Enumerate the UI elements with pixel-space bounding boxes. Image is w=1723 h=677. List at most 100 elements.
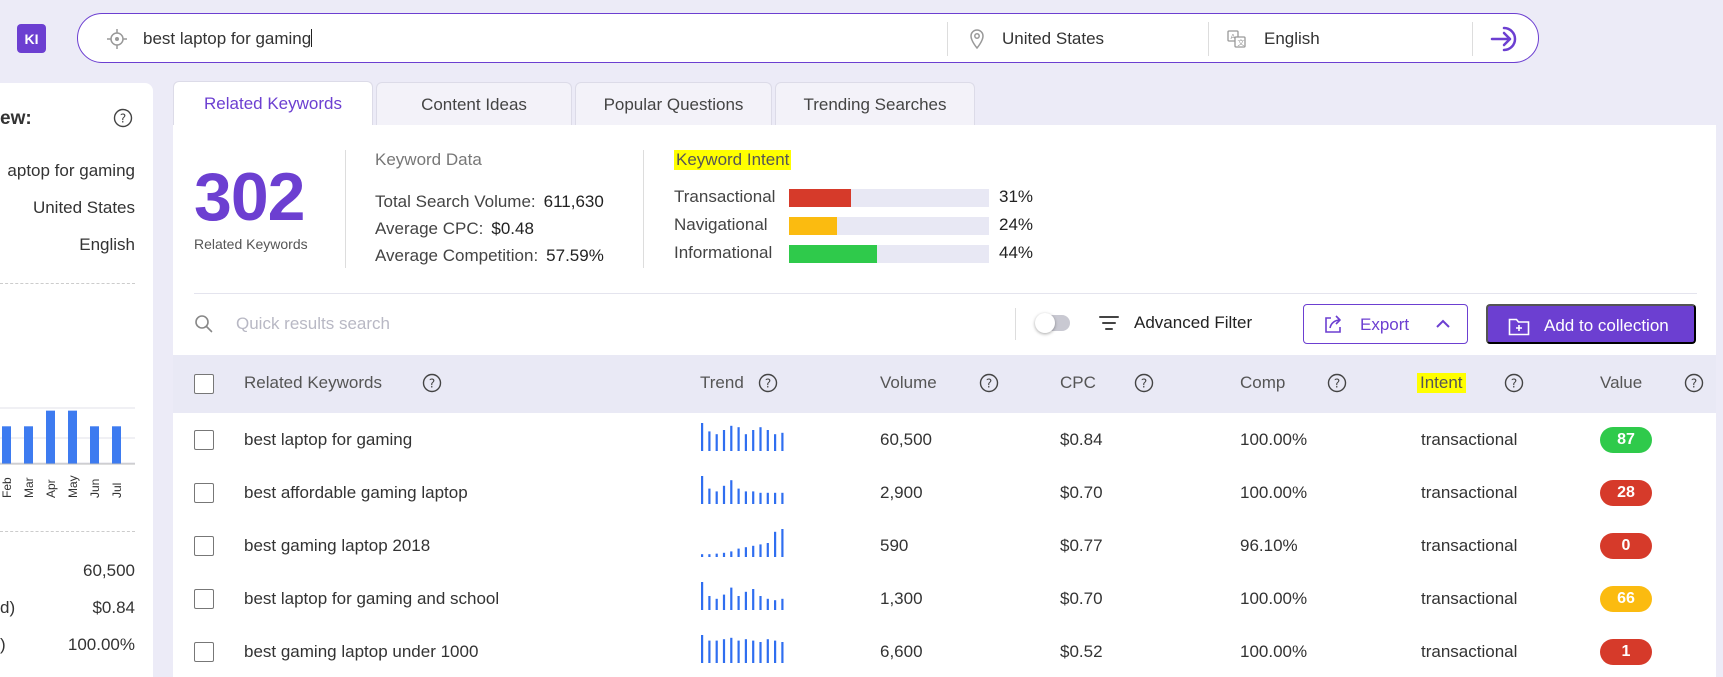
column-trend[interactable]: Trend [700,373,744,393]
column-cpc[interactable]: CPC [1060,373,1096,393]
trend-bar [701,476,704,504]
help-icon[interactable]: ? [1504,373,1524,393]
trend-bar [759,544,762,557]
comp-cell: 100.00% [1240,483,1308,502]
month-bar [90,426,99,464]
add-to-collection-button[interactable]: Add to collection [1486,304,1696,344]
crosshair-icon [106,28,128,50]
login-arrow-icon[interactable] [1490,25,1522,53]
trend-bar [715,491,718,504]
row-checkbox[interactable] [194,589,214,609]
trend-bar [730,480,733,504]
trend-bar [766,598,769,610]
help-icon[interactable]: ? [1134,373,1154,393]
trend-bar [766,430,769,451]
month-label: May [66,475,80,498]
trend-bar [752,545,755,557]
table-row[interactable]: best gaming laptop under 1000 6,600 $0.52 1… [173,625,1716,677]
advanced-filter-button[interactable]: Advanced Filter [1134,313,1252,333]
help-icon[interactable]: ? [1684,373,1704,393]
trend-bar [781,529,784,557]
help-icon[interactable]: ? [979,373,999,393]
cpc-cell: $0.70 [1060,589,1103,608]
table-row[interactable]: best laptop for gaming 60,500 $0.84 100.00%… [173,413,1716,466]
quick-results-search-input[interactable] [236,312,996,336]
month-label: Jul [110,483,124,498]
trend-bar [715,434,718,451]
select-all-checkbox[interactable] [194,374,214,394]
volume-cell: 2,900 [880,483,923,502]
column-volume[interactable]: Volume [880,373,937,393]
keyword-cell[interactable]: best laptop for gaming and school [244,589,499,609]
app-logo[interactable]: KI [17,24,46,53]
trend-bar [781,432,784,451]
trend-bar [766,492,769,504]
overview-language: English [79,235,135,254]
column-comp[interactable]: Comp [1240,373,1285,393]
trend-bar [701,635,704,663]
trend-bar [737,488,740,504]
volume-cell: 590 [880,536,909,555]
trend-bar [781,492,784,504]
cpc-cell: $0.70 [1060,483,1103,502]
trend-bar [737,427,740,451]
intent-cell: transactional [1421,430,1518,449]
folder-plus-icon [1508,316,1530,336]
trend-bar [715,553,718,557]
export-button[interactable]: Export [1303,304,1468,344]
trend-bar [752,589,755,610]
intent-label: Informational [674,243,773,262]
help-icon[interactable]: ? [1327,373,1347,393]
overview-location: United States [32,198,135,217]
related-keywords-count: 302 [194,159,305,235]
keyword-cell[interactable]: best affordable gaming laptop [244,483,468,503]
help-icon[interactable]: ? [758,373,778,393]
tab-content-ideas[interactable]: Content Ideas [376,82,572,126]
trend-bar [730,551,733,557]
trend-bar [722,552,726,557]
table-row[interactable]: best laptop for gaming and school 1,300 $0… [173,572,1716,625]
month-label: Mar [22,477,36,498]
trend-bar [774,531,777,557]
location-select[interactable]: United States [1002,29,1104,49]
keyword-cell[interactable]: best laptop for gaming [244,430,412,450]
average-competition: Average Competition: 57.59% [375,246,604,265]
column-value[interactable]: Value [1600,373,1642,393]
intent-percent: 31% [999,187,1034,206]
tab-trending-searches[interactable]: Trending Searches [775,82,975,126]
row-checkbox[interactable] [194,430,214,450]
help-icon[interactable]: ? [113,108,133,128]
column-keyword[interactable]: Related Keywords [244,373,382,393]
keyword-intent-title: Keyword Intent [674,150,792,170]
row-checkbox[interactable] [194,642,214,662]
intent-bar [789,217,989,235]
keyword-cell[interactable]: best gaming laptop 2018 [244,536,430,556]
keyword-input[interactable]: best laptop for gaming [143,29,313,49]
help-icon[interactable]: ? [422,373,442,393]
translate-icon: A文 [1226,28,1248,50]
trend-bar [774,600,777,610]
table-row[interactable]: best affordable gaming laptop 2,900 $0.70 1… [173,466,1716,519]
svg-text:?: ? [1511,377,1517,391]
overview-cpc-label: d) [0,598,16,617]
trend-bar [701,423,704,451]
trend-bar [774,434,777,451]
share-icon [1322,314,1344,336]
monthly-volume-chart: Feb Mar Apr May Jun Jul [0,407,135,498]
month-label: Feb [0,477,14,498]
filter-toggle[interactable] [1035,313,1070,333]
table-row[interactable]: best gaming laptop 2018 590 $0.77 96.10% tra… [173,519,1716,572]
row-checkbox[interactable] [194,536,214,556]
tab-popular-questions[interactable]: Popular Questions [575,82,772,126]
trend-bar [781,642,784,663]
intent-bar-fill [789,245,877,263]
column-intent[interactable]: Intent [1417,373,1466,393]
tab-related-keywords[interactable]: Related Keywords [173,81,373,126]
language-select[interactable]: English [1264,29,1320,49]
search-icon [194,314,214,334]
keyword-cell[interactable]: best gaming laptop under 1000 [244,642,478,662]
row-checkbox[interactable] [194,483,214,503]
trend-bar [722,639,726,663]
intent-bar [789,245,989,263]
trend-bar [701,582,704,610]
